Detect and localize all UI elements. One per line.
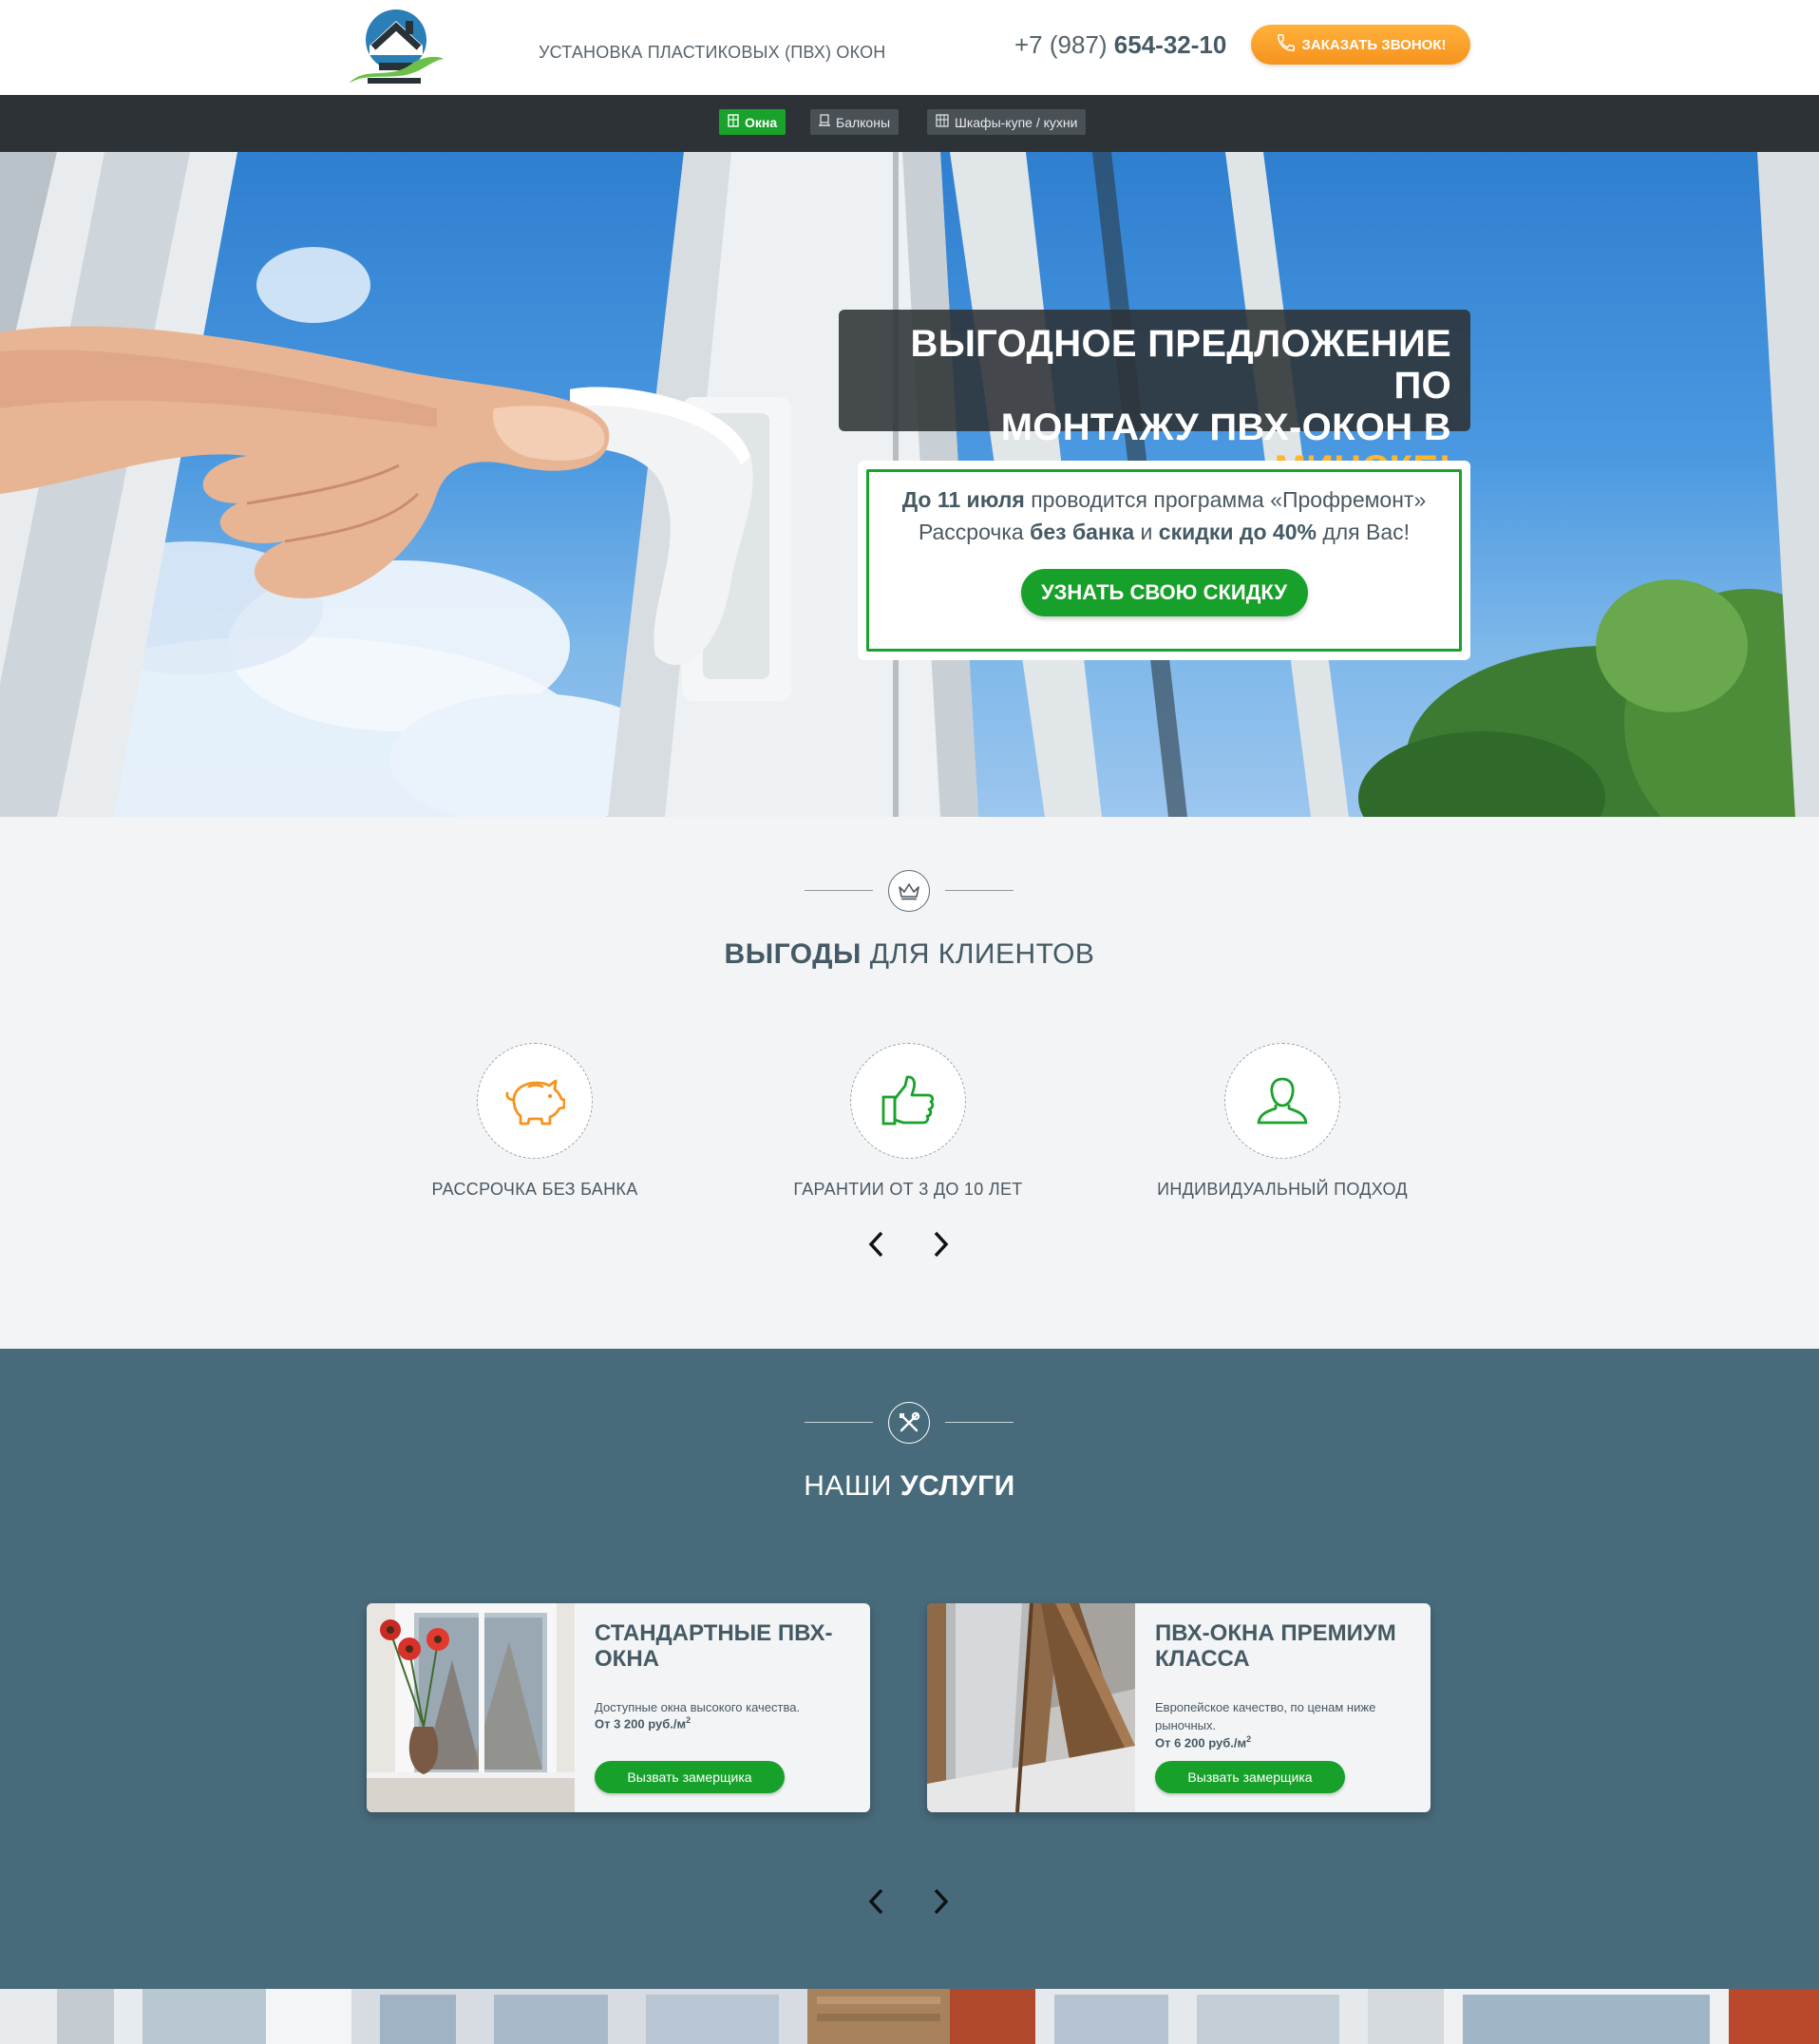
service-card-title: СТАНДАРТНЫЕ ПВХ-ОКНА [595,1620,833,1672]
chevron-left-icon [868,1231,883,1258]
phone-icon [1276,32,1297,57]
chevron-right-icon [934,1888,949,1915]
benefits-title-bold: ВЫГОДЫ [724,938,862,970]
wardrobe-icon [936,114,949,130]
premium-window-photo [927,1603,1135,1812]
offer-text-and: и [1134,520,1159,544]
nav-label-balconies: Балконы [836,114,891,130]
piggy-bank-icon [477,1043,593,1159]
service-card-price: От 6 200 руб./м2 [1155,1734,1252,1751]
benefit-item: ИНДИВИДУАЛЬНЫЙ ПОДХОД [1111,1043,1453,1200]
services-section: НАШИ УСЛУГИ СТАНДАРТНЫЕ ПВХ-ОКНА Доступн… [0,1349,1819,1989]
standard-window-photo [367,1603,575,1812]
thumbs-up-icon [850,1043,966,1159]
service-card-premium[interactable]: ПВХ-ОКНА ПРЕМИУМ КЛАССА Европейское каче… [927,1603,1431,1812]
nav-label-windows: Окна [745,114,778,130]
offer-line-1: До 11 июля проводится программа «Профрем… [869,483,1459,516]
hero-title-line2: МОНТАЖУ ПВХ-ОКОН В [1000,407,1451,448]
next-section-photo [0,1989,1819,2044]
offer-text-no-bank: без банка [1030,520,1135,544]
site-header: УСТАНОВКА ПЛАСТИКОВЫХ (ПВХ) ОКОН +7 (987… [0,0,1819,95]
offer-inner: До 11 июля проводится программа «Профрем… [866,469,1462,652]
phone-prefix: +7 (987) [1014,30,1114,59]
phone-main: 654-32-10 [1113,30,1227,59]
user-icon [1224,1043,1340,1159]
benefit-label: ИНДИВИДУАЛЬНЫЙ ПОДХОД [1157,1180,1408,1199]
benefits-next-arrow[interactable] [927,1225,956,1263]
call-measurer-button[interactable]: Вызвать замерщика [595,1761,785,1793]
balcony-icon [819,114,830,130]
service-card-desc: Европейское качество, по ценам ниже рыно… [1155,1700,1376,1732]
service-card-title: ПВХ-ОКНА ПРЕМИУМ КЛАССА [1155,1620,1396,1672]
services-title: НАШИ УСЛУГИ [0,1470,1819,1503]
site-tagline: УСТАНОВКА ПЛАСТИКОВЫХ (ПВХ) ОКОН [539,43,886,62]
offer-text-discount: скидки до 40% [1158,520,1317,544]
phone-number[interactable]: +7 (987) 654-32-10 [1014,30,1226,60]
tools-icon [888,1402,930,1444]
crown-icon [888,870,930,912]
hero-title-box: ВЫГОДНОЕ ПРЕДЛОЖЕНИЕ ПО МОНТАЖУ ПВХ-ОКОН… [839,310,1470,490]
benefit-label: ГАРАНТИИ ОТ 3 ДО 10 ЛЕТ [793,1180,1023,1199]
nav-label-wardrobes: Шкафы-купе / кухни [955,114,1078,130]
order-call-label: ЗАКАЗАТЬ ЗВОНОК! [1301,36,1447,53]
nav-item-balconies[interactable]: Балконы [810,109,900,135]
service-card-price-value: От 3 200 руб./м [595,1716,687,1732]
benefit-item: РАССРОЧКА БЕЗ БАНКА [364,1043,706,1200]
nav-item-windows[interactable]: Окна [719,109,786,135]
services-prev-arrow[interactable] [862,1883,890,1921]
benefits-title-rest: ДЛЯ КЛИЕНТОВ [861,938,1095,970]
service-card-price-value: От 6 200 руб./м [1155,1735,1247,1751]
benefits-title: ВЫГОДЫ ДЛЯ КЛИЕНТОВ [0,938,1819,971]
benefits-divider [805,870,1014,912]
hero-title-line1: ВЫГОДНОЕ ПРЕДЛОЖЕНИЕ ПО [910,323,1451,407]
benefits-prev-arrow[interactable] [862,1225,890,1263]
benefits-section: ВЫГОДЫ ДЛЯ КЛИЕНТОВ РАССРОЧКА БЕЗ БАНКА … [0,817,1819,1349]
main-nav: Окна Балконы Шкафы-купе / кухни [0,95,1819,152]
offer-deadline: До 11 июля [901,487,1025,512]
services-next-arrow[interactable] [927,1883,956,1921]
window-icon [728,114,739,130]
offer-text-installment: Рассрочка [918,520,1031,544]
chevron-left-icon [868,1888,883,1915]
order-call-button[interactable]: ЗАКАЗАТЬ ЗВОНОК! [1251,25,1470,65]
services-divider [805,1402,1014,1444]
call-measurer-button[interactable]: Вызвать замерщика [1155,1761,1345,1793]
services-title-bold: УСЛУГИ [900,1470,1015,1502]
hero-banner: ВЫГОДНОЕ ПРЕДЛОЖЕНИЕ ПО МОНТАЖУ ПВХ-ОКОН… [0,152,1819,817]
logo[interactable] [347,8,445,87]
offer-text-for-you: для Вас! [1316,520,1411,544]
benefit-label: РАССРОЧКА БЕЗ БАНКА [431,1180,638,1199]
benefit-item: ГАРАНТИИ ОТ 3 ДО 10 ЛЕТ [737,1043,1079,1200]
service-card-price: От 3 200 руб./м2 [595,1715,692,1732]
offer-box: До 11 июля проводится программа «Профрем… [858,461,1470,660]
service-card-standard[interactable]: СТАНДАРТНЫЕ ПВХ-ОКНА Доступные окна высо… [367,1603,870,1812]
offer-program: проводится программа «Профремонт» [1024,487,1427,512]
learn-discount-button[interactable]: УЗНАТЬ СВОЮ СКИДКУ [1020,569,1308,616]
chevron-right-icon [934,1231,949,1258]
service-card-desc: Доступные окна высокого качества. [595,1700,801,1714]
services-title-rest: НАШИ [804,1470,900,1502]
nav-item-wardrobes[interactable]: Шкафы-купе / кухни [927,109,1087,135]
offer-line-2: Рассрочка без банка и скидки до 40% для … [869,516,1459,548]
